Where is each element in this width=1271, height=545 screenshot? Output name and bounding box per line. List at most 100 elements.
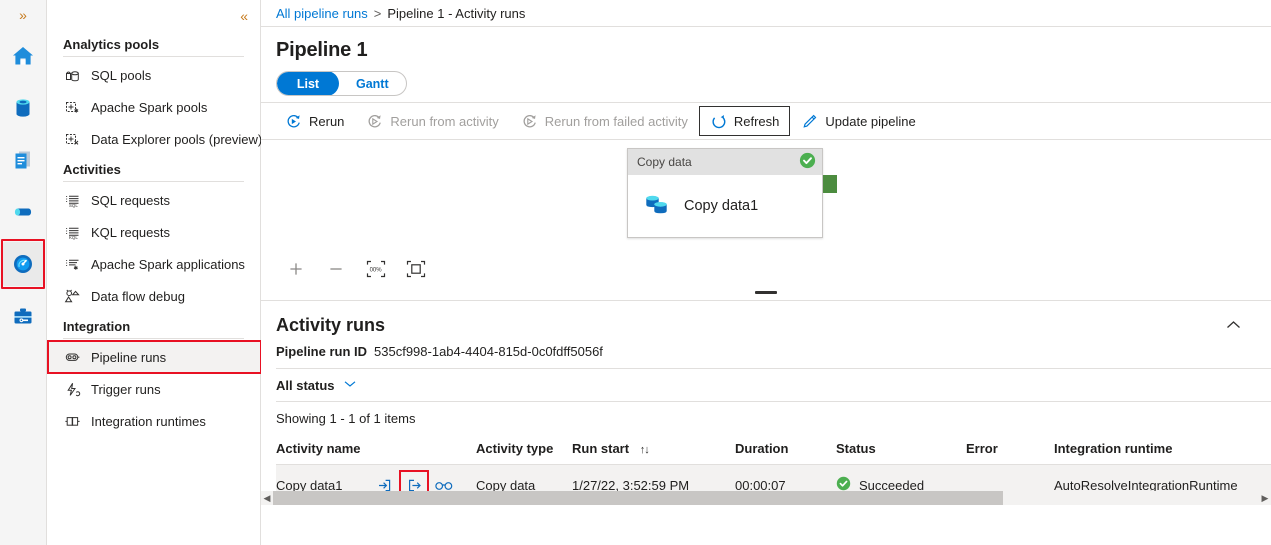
horizontal-scrollbar[interactable]: ◀ ▶ [261,491,1271,505]
sidebar-item-data-explorer-pools[interactable]: Data Explorer pools (preview) [47,123,263,155]
scroll-right-arrow-icon[interactable]: ▶ [1259,493,1271,504]
activity-node-copy-data1[interactable]: Copy data Copy data1 [627,148,823,238]
rail-item-home[interactable] [3,34,43,78]
sidebar-item-label: Integration runtimes [91,413,206,429]
column-header-status[interactable]: Status [836,434,966,465]
home-icon [10,43,36,69]
rail-item-monitor[interactable] [1,239,45,289]
breadcrumb-all-pipeline-runs[interactable]: All pipeline runs [276,6,368,21]
integration-runtimes-icon [64,413,81,430]
sidebar-item-label: Data Explorer pools (preview) [91,131,263,147]
pipeline-run-id-row: Pipeline run ID 535cf998-1ab4-4404-815d-… [276,337,1271,368]
zoom-level-button[interactable]: 00% [361,254,391,284]
scrollbar-track[interactable] [273,491,1259,505]
column-header-run-start-label: Run start [572,441,630,456]
sidebar-item-label: Apache Spark applications [91,256,245,272]
refresh-button[interactable]: Refresh [698,106,791,136]
scrollbar-thumb[interactable] [273,491,1003,505]
canvas-zoom-toolbar: 00% [261,250,1271,288]
activity-node-body: Copy data1 [628,175,822,237]
refresh-label: Refresh [733,113,780,129]
sql-request-icon: SQL [64,192,81,209]
rerun-label: Rerun [309,113,345,129]
sidebar-item-integration-runtimes[interactable]: Integration runtimes [47,405,260,437]
sidebar-item-kql-requests[interactable]: KQL KQL requests [47,216,260,248]
kql-request-icon: KQL [64,224,81,241]
rerun-from-failed-activity-icon [521,113,538,130]
copy-data-icon [642,191,672,222]
view-toggle-gantt[interactable]: Gantt [339,72,406,95]
rail-item-develop[interactable] [3,138,43,182]
update-pipeline-label: Update pipeline [825,113,916,129]
spark-application-icon [64,256,81,273]
column-header-duration[interactable]: Duration [735,434,836,465]
view-toggle-row: List Gantt [261,68,1271,102]
view-toggle-list[interactable]: List [277,72,339,95]
sidebar-item-label: SQL requests [91,192,171,208]
update-pipeline-button[interactable]: Update pipeline [790,106,926,136]
develop-icon [10,147,36,173]
pipeline-canvas[interactable]: Copy data Copy data1 [261,140,1271,250]
success-check-icon [799,152,816,172]
divider [63,181,244,182]
status-filter-dropdown[interactable]: All status [276,378,356,393]
fit-to-screen-button[interactable] [401,254,431,284]
svg-text:00%: 00% [370,268,383,274]
rerun-button[interactable]: Rerun [274,106,355,136]
rail-item-integrate[interactable] [3,190,43,234]
sidebar-collapse-icon[interactable]: « [236,6,252,26]
sidebar-group-title-integration: Integration [63,319,131,334]
divider [63,338,244,339]
sidebar-item-label: Apache Spark pools [91,99,208,115]
column-header-error[interactable]: Error [966,434,1054,465]
column-header-integration-runtime[interactable]: Integration runtime [1054,434,1271,465]
sidebar-item-label: Trigger runs [91,381,161,397]
sidebar-item-label: SQL pools [91,67,152,83]
manage-icon [10,303,36,329]
activity-runs-title: Activity runs [276,314,386,335]
data-explorer-pool-icon [64,131,81,148]
sidebar-group-title-analytics-pools: Analytics pools [63,37,160,52]
sidebar-item-data-flow-debug[interactable]: Data flow debug [47,280,260,312]
breadcrumb: All pipeline runs > Pipeline 1 - Activit… [261,0,1271,27]
sidebar-item-sql-pools[interactable]: SQL pools [47,59,260,91]
synapse-monitor-page: » « Analytics pools SQL pools Apache Spa… [0,0,1271,545]
column-header-activity-type[interactable]: Activity type [476,434,572,465]
sidebar-item-apache-spark-pools[interactable]: Apache Spark pools [47,91,260,123]
canvas-splitter-handle[interactable] [261,288,1271,300]
pipeline-runs-icon [64,349,81,366]
data-flow-debug-icon [64,288,81,305]
sidebar-item-trigger-runs[interactable]: Trigger runs [47,373,260,405]
status-filter-row: All status [276,368,1271,401]
sidebar-item-apache-spark-applications[interactable]: Apache Spark applications [47,248,260,280]
monitor-icon [10,251,36,277]
sort-icon[interactable]: ↑↓ [640,444,650,456]
svg-text:KQL: KQL [69,235,78,240]
main-content: All pipeline runs > Pipeline 1 - Activit… [261,0,1271,545]
zoom-out-button[interactable] [321,254,351,284]
rerun-from-activity-icon [366,113,383,130]
activity-node-output-tab[interactable] [823,175,837,193]
rail-expand-icon[interactable]: » [0,0,47,26]
rerun-from-activity-button: Rerun from activity [355,106,509,136]
rerun-from-failed-activity-button: Rerun from failed activity [510,106,699,136]
monitor-sidebar: « Analytics pools SQL pools Apache Spark… [47,0,263,545]
chevron-down-icon [344,379,356,391]
command-toolbar: Rerun Rerun from activity Rerun from fai… [261,102,1271,140]
zoom-in-button[interactable] [281,254,311,284]
rail-item-manage[interactable] [3,294,43,338]
column-header-activity-name[interactable]: Activity name [276,434,476,465]
showing-count: Showing 1 - 1 of 1 items [276,401,1271,434]
chevron-up-icon[interactable] [1218,313,1249,337]
trigger-runs-icon [64,381,81,398]
integrate-icon [10,199,36,225]
rail-item-data[interactable] [3,86,43,130]
sidebar-item-label: Pipeline runs [91,349,167,365]
primary-icon-rail: » [0,0,47,545]
pipeline-run-id-label: Pipeline run ID [276,344,368,359]
column-header-run-start[interactable]: Run start ↑↓ [572,434,735,465]
activity-runs-header: Activity runs [276,301,1271,337]
sidebar-item-pipeline-runs[interactable]: Pipeline runs [47,340,262,374]
scroll-left-arrow-icon[interactable]: ◀ [261,493,273,504]
sidebar-item-sql-requests[interactable]: SQL SQL requests [47,184,260,216]
